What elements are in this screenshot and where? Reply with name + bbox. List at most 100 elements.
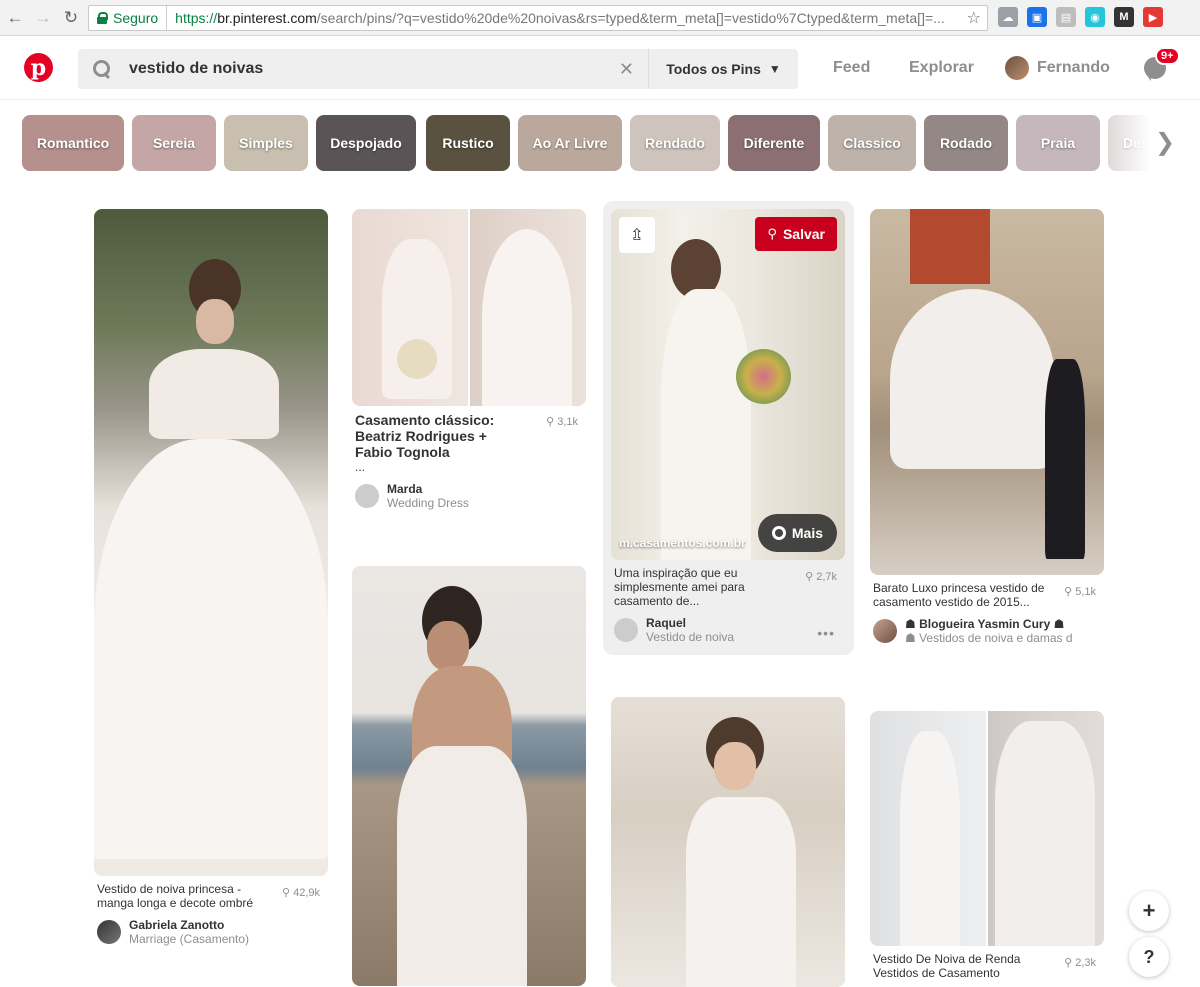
pin-image-detail xyxy=(397,746,527,986)
search-scope-label: Todos os Pins xyxy=(666,61,761,77)
pin-image[interactable] xyxy=(611,697,845,987)
guide-diferente[interactable]: Diferente xyxy=(728,115,820,171)
board-name: ☗ Vestidos de noiva e damas d xyxy=(905,631,1073,645)
pinterest-header: p vestido de noivas ✕ Todos os Pins ▼ Fe… xyxy=(0,36,1200,100)
pin-card[interactable]: Casamento clássico: Beatriz Rodrigues + … xyxy=(352,209,586,510)
pin-image-detail xyxy=(196,299,234,344)
reload-button[interactable]: ↻ xyxy=(58,5,84,31)
pin-image-detail xyxy=(427,621,469,671)
guide-sereia[interactable]: Sereia xyxy=(132,115,216,171)
pin-card[interactable]: Vestido de noiva princesa - manga longa … xyxy=(94,209,328,946)
save-count: ⚲ 42,9k xyxy=(282,886,320,899)
pin-image-detail xyxy=(890,289,1055,469)
board-name: Wedding Dress xyxy=(387,496,469,510)
pin-image[interactable] xyxy=(870,209,1104,575)
clear-search-icon[interactable]: ✕ xyxy=(619,59,634,80)
search-bar[interactable]: vestido de noivas ✕ Todos os Pins ▼ xyxy=(78,49,798,89)
forward-button[interactable]: → xyxy=(30,5,56,31)
guide-praia[interactable]: Praia xyxy=(1016,115,1100,171)
pin-image-detail xyxy=(149,349,279,439)
cloud-icon[interactable]: ☁ xyxy=(998,7,1018,27)
pin-card[interactable] xyxy=(352,566,586,986)
pin-image[interactable] xyxy=(352,209,586,406)
board-name: Marriage (Casamento) xyxy=(129,932,250,946)
url-path: /search/pins/?q=vestido%20de%20noivas&rs… xyxy=(316,10,945,26)
guide-simples[interactable]: Simples xyxy=(224,115,308,171)
share-button[interactable]: ⇫ xyxy=(619,217,655,253)
pin-count-icon: ⚲ xyxy=(1064,586,1073,598)
profile-link[interactable]: Fernando xyxy=(1005,36,1110,100)
pushpin-icon: ⚲ xyxy=(767,226,777,241)
avatar xyxy=(97,920,121,944)
save-count-value: 3,1k xyxy=(557,416,578,428)
save-count: ⚲ 3,1k xyxy=(546,415,578,428)
save-count: ⚲ 2,7k xyxy=(805,570,837,583)
secure-label: Seguro xyxy=(113,10,159,26)
pinner-name: Gabriela Zanotto xyxy=(129,918,225,932)
extension-m-icon[interactable]: M xyxy=(1114,7,1134,27)
save-pin-button[interactable]: ⚲ Salvar xyxy=(755,217,837,251)
pin-attribution[interactable]: Marda Wedding Dress xyxy=(352,482,586,510)
secure-indicator[interactable]: Seguro xyxy=(89,6,168,30)
pin-image[interactable] xyxy=(352,566,586,986)
youtube-extension-icon[interactable]: ▶ xyxy=(1143,7,1163,27)
help-button[interactable]: ? xyxy=(1129,937,1169,977)
pin-image-detail xyxy=(995,721,1095,946)
guide-romantico[interactable]: Romantico xyxy=(22,115,124,171)
lock-icon xyxy=(97,12,108,24)
nav-feed[interactable]: Feed xyxy=(833,36,870,100)
pin-image-detail xyxy=(661,289,751,560)
pin-card[interactable] xyxy=(611,697,845,987)
pin-attribution[interactable]: Gabriela Zanotto Marriage (Casamento) xyxy=(94,918,328,946)
search-scope-dropdown[interactable]: Todos os Pins ▼ xyxy=(648,49,798,89)
guide-despojado[interactable]: Despojado xyxy=(316,115,416,171)
extension-icons: ☁ ▣ ▤ ◉ M ▶ xyxy=(998,7,1163,27)
guide-rendado[interactable]: Rendado xyxy=(630,115,720,171)
pin-attribution[interactable]: Raquel Vestido de noiva xyxy=(611,616,845,644)
pinner-name: ☗ Blogueira Yasmin Cury ☗ xyxy=(905,617,1065,631)
guide-ao-ar-livre[interactable]: Ao Ar Livre xyxy=(518,115,622,171)
pin-image-detail xyxy=(736,349,791,404)
guide-rustico[interactable]: Rustico xyxy=(426,115,510,171)
source-domain-link[interactable]: m.casamentos.com.br xyxy=(619,536,746,550)
pin-attribution[interactable]: ☗ Blogueira Yasmin Cury ☗ ☗ Vestidos de … xyxy=(870,617,1104,645)
more-icon xyxy=(771,526,786,540)
pin-count-icon: ⚲ xyxy=(281,887,291,899)
share-icon: ⇫ xyxy=(630,227,644,244)
url-protocol: https:// xyxy=(175,10,218,26)
extension-teal-icon[interactable]: ◉ xyxy=(1085,7,1105,27)
guide-rodado[interactable]: Rodado xyxy=(924,115,1008,171)
search-input[interactable]: vestido de noivas xyxy=(129,60,619,78)
create-pin-button[interactable]: + xyxy=(1129,891,1169,931)
avatar xyxy=(1005,56,1029,80)
save-count: ⚲ 5,1k xyxy=(1064,585,1096,598)
url-host: br.pinterest.com xyxy=(217,10,317,26)
avatar xyxy=(614,618,638,642)
pin-image[interactable]: ⇫ ⚲ Salvar m.casamentos.com.br Mais xyxy=(611,209,845,560)
more-options-icon[interactable]: ••• xyxy=(817,625,835,641)
back-button[interactable]: ← xyxy=(2,5,28,31)
extension-doc-icon[interactable]: ▤ xyxy=(1056,7,1076,27)
pin-image-detail xyxy=(900,731,960,946)
guide-classico[interactable]: Classico xyxy=(828,115,916,171)
pin-card[interactable]: Vestido De Noiva de Renda Vestidos de Ca… xyxy=(870,711,1104,980)
address-bar[interactable]: Seguro https://br.pinterest.com/search/p… xyxy=(88,5,988,31)
chevron-down-icon: ▼ xyxy=(768,62,781,76)
pin-count-icon: ⚲ xyxy=(546,416,555,428)
pinterest-logo[interactable]: p xyxy=(24,53,53,82)
pin-image-detail xyxy=(397,339,437,379)
pin-image[interactable] xyxy=(870,711,1104,946)
pin-image[interactable] xyxy=(94,209,328,876)
bookmark-star-icon[interactable]: ☆ xyxy=(967,8,981,28)
pin-card[interactable]: Barato Luxo princesa vestido de casament… xyxy=(870,209,1104,645)
pin-caption: Casamento clássico: Beatriz Rodrigues + … xyxy=(355,412,495,460)
extension-blue-icon[interactable]: ▣ xyxy=(1027,7,1047,27)
more-label: Mais xyxy=(791,525,823,541)
guides-fade xyxy=(1100,115,1150,171)
pin-caption: Vestido De Noiva de Renda Vestidos de Ca… xyxy=(873,952,1021,980)
more-button[interactable]: Mais xyxy=(757,514,837,552)
nav-explore[interactable]: Explorar xyxy=(909,36,974,100)
search-guides: Romantico Sereia Simples Despojado Rustico Ao… xyxy=(22,115,1150,171)
pin-card[interactable]: ⇫ ⚲ Salvar m.casamentos.com.br Mais Uma … xyxy=(611,209,845,644)
chevron-right-icon[interactable]: ❯ xyxy=(1155,128,1175,157)
